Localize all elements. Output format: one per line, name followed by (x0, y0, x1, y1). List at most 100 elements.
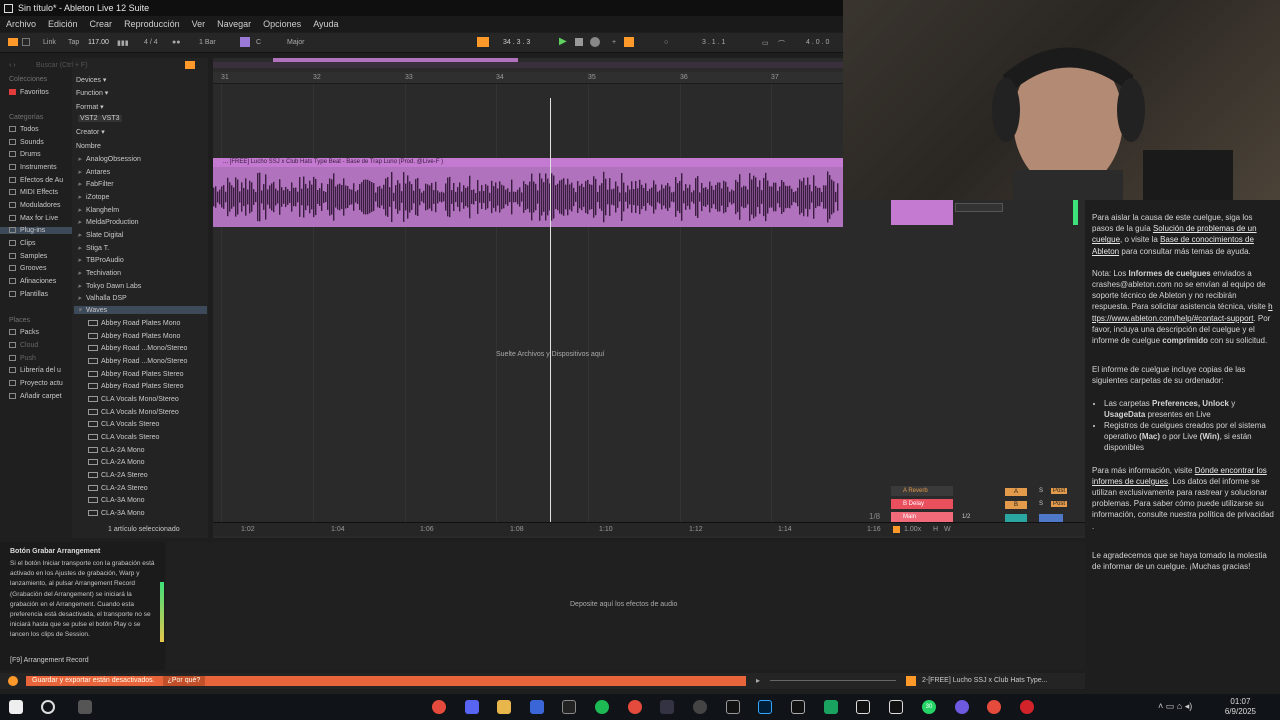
task-view-icon[interactable] (78, 700, 92, 714)
place-current-project[interactable]: Proyecto actu (9, 380, 63, 387)
audio-clip-header[interactable]: ... [FREE] Lucho SSJ x Club Hats Type Be… (213, 158, 843, 167)
playhead[interactable] (550, 98, 551, 522)
vendor-item[interactable]: ▸ Tokyo Dawn Labs (78, 282, 141, 290)
scale-select[interactable]: Major (287, 39, 305, 46)
category-sounds[interactable]: Sounds (9, 139, 44, 146)
category-instruments[interactable]: Instruments (9, 164, 57, 171)
h-button[interactable]: H (933, 526, 938, 533)
place-push[interactable]: Push (9, 355, 36, 362)
filter-format[interactable]: Format ▾ (76, 103, 104, 111)
automation-arm-icon[interactable] (624, 37, 634, 47)
vendor-item[interactable]: ▸ FabFilter (78, 180, 114, 188)
drive-icon[interactable] (824, 700, 838, 714)
metronome-bars-icon[interactable]: ▮▮▮ (117, 39, 129, 47)
place-cloud[interactable]: Cloud (9, 342, 38, 349)
discord-icon[interactable] (465, 700, 479, 714)
play-small-icon[interactable]: ▸ (756, 676, 760, 685)
plugin-item[interactable]: Abbey Road Plates Mono (88, 333, 180, 340)
key-select[interactable]: C (256, 39, 261, 46)
key-icon[interactable] (240, 37, 250, 47)
capcut-icon[interactable] (791, 700, 805, 714)
steam-icon[interactable] (660, 700, 674, 714)
chrome-icon[interactable] (987, 700, 1001, 714)
return-track-b[interactable]: B Delay (891, 499, 953, 509)
return-track-a[interactable]: A Reverb (891, 486, 953, 496)
vendor-item[interactable]: ▸ Slate Digital (78, 231, 123, 239)
vendor-item[interactable]: ▸ Techivation (78, 269, 121, 277)
plugin-item[interactable]: CLA Vocals Stereo (88, 434, 159, 441)
app-icon[interactable] (955, 700, 969, 714)
app-icon[interactable] (530, 700, 544, 714)
add-icon[interactable]: + (612, 39, 616, 46)
plugin-item[interactable]: Abbey Road ...Mono/Stereo (88, 345, 187, 352)
w-button[interactable]: W (944, 526, 951, 533)
zoom-toggle-icon[interactable] (893, 526, 900, 533)
category-modulators[interactable]: Moduladores (9, 202, 60, 209)
ableton-live-icon[interactable] (889, 700, 903, 714)
draw-mode-icon[interactable]: ⌒ (778, 39, 785, 49)
device-view[interactable]: Deposite aquí los efectos de audio (166, 542, 1085, 670)
plugin-item[interactable]: Abbey Road Plates Stereo (88, 383, 184, 390)
plugin-item[interactable]: Abbey Road Plates Mono (88, 320, 180, 327)
plugin-item[interactable]: CLA-2A Mono (88, 447, 145, 454)
plugin-item[interactable]: Abbey Road ...Mono/Stereo (88, 358, 187, 365)
vendor-item[interactable]: ▸ Stiga T. (78, 244, 109, 252)
app-icon[interactable] (726, 700, 740, 714)
main-pan[interactable] (1005, 514, 1027, 522)
vendor-item[interactable]: ▸ Klanghelm (78, 206, 119, 214)
category-plugins[interactable]: Plug-ins (0, 227, 72, 234)
place-user-library[interactable]: Librería del u (9, 367, 61, 374)
spotify-icon[interactable] (595, 700, 609, 714)
plugin-item[interactable]: CLA-2A Stereo (88, 485, 148, 492)
browser-toggle-icon[interactable] (8, 38, 18, 46)
link-button[interactable]: Link (43, 39, 56, 46)
category-grooves[interactable]: Grooves (9, 265, 46, 272)
plugin-item[interactable]: CLA Vocals Mono/Stereo (88, 409, 179, 416)
song-position[interactable]: 34 . 3 . 3 (503, 39, 530, 46)
send-a-button[interactable]: A (1005, 488, 1027, 496)
format-vst2[interactable]: VST2 (78, 115, 100, 122)
overview-strip[interactable] (213, 62, 843, 68)
start-icon[interactable] (9, 700, 23, 714)
filter-devices[interactable]: Devices ▾ (76, 76, 106, 84)
menu-ver[interactable]: Ver (192, 19, 206, 29)
play-icon[interactable]: ▶ (559, 36, 567, 47)
category-clips[interactable]: Clips (9, 240, 36, 247)
menu-archivo[interactable]: Archivo (6, 19, 36, 29)
tempo-field[interactable]: 117.00 (88, 39, 109, 46)
chrome-icon[interactable] (628, 700, 642, 714)
ableton-live-icon[interactable] (856, 700, 870, 714)
vendor-item[interactable]: ▸ TBProAudio (78, 256, 124, 264)
menu-reproduccion[interactable]: Reproducción (124, 19, 180, 29)
loop-start-field[interactable]: 3 . 1 . 1 (702, 39, 725, 46)
category-max-for-live[interactable]: Max for Live (9, 215, 58, 222)
loop-icon[interactable]: ○ (664, 39, 668, 46)
app-icon[interactable] (693, 700, 707, 714)
quantize-select[interactable]: 1 Bar (199, 39, 216, 46)
send-b-button[interactable]: B (1005, 501, 1027, 509)
category-audio-effects[interactable]: Efectos de Au (9, 177, 63, 184)
filter-creator[interactable]: Creator ▾ (76, 128, 105, 136)
search-icon[interactable] (41, 700, 55, 714)
collection-favoritos[interactable]: Favoritos (9, 89, 49, 96)
position-slider[interactable] (770, 680, 896, 681)
search-input[interactable]: Buscar (Ctrl + F) (36, 62, 88, 69)
filter-function[interactable]: Function ▾ (76, 89, 108, 97)
plugin-item[interactable]: CLA Vocals Stereo (88, 421, 159, 428)
plugin-item[interactable]: CLA-2A Stereo (88, 472, 148, 479)
place-packs[interactable]: Packs (9, 329, 39, 336)
plugin-item[interactable]: CLA Vocals Mono/Stereo (88, 396, 179, 403)
vendor-item[interactable]: ▸ Valhalla DSP (78, 294, 127, 302)
menu-edicion[interactable]: Edición (48, 19, 78, 29)
follow-button[interactable] (477, 37, 489, 47)
opera-icon[interactable] (1020, 700, 1034, 714)
plugin-item[interactable]: Abbey Road Plates Stereo (88, 371, 184, 378)
category-todos[interactable]: Todos (9, 126, 39, 133)
column-name[interactable]: Nombre (76, 143, 101, 150)
track-clip-slot[interactable] (891, 200, 953, 225)
vendor-item[interactable]: ▸ AnalogObsession (78, 155, 141, 163)
loop-length-field[interactable]: 4 . 0 . 0 (806, 39, 829, 46)
category-templates[interactable]: Plantillas (9, 291, 48, 298)
main-volume[interactable] (1039, 514, 1063, 522)
plugin-item[interactable]: CLA-2A Mono (88, 459, 145, 466)
